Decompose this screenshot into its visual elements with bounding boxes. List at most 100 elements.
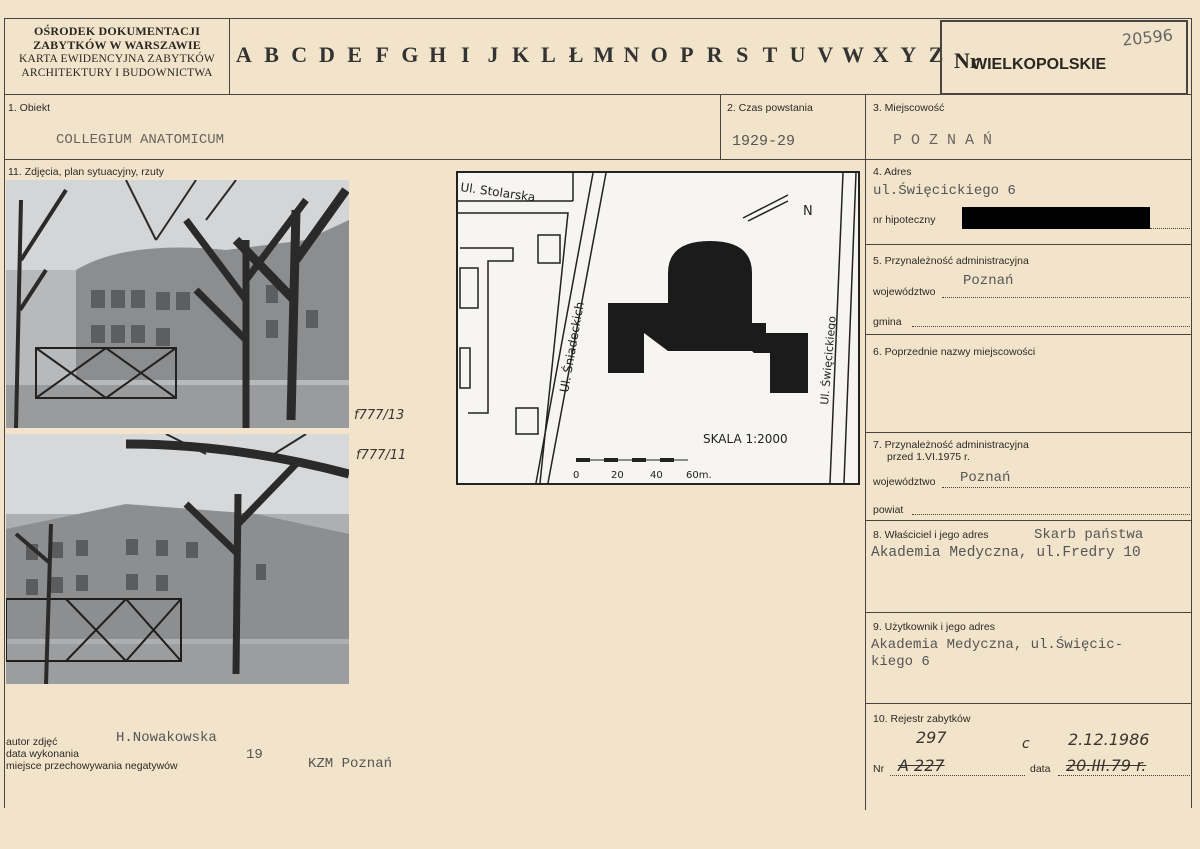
register-date-new: 2.12.1986 (1068, 730, 1150, 749)
register-marker: c (1022, 736, 1030, 752)
inventory-card: OŚRODEK DOKUMENTACJI ZABYTKÓW W WARSZAWI… (0, 0, 1200, 849)
index-letter: N (623, 42, 640, 67)
north-arrow-label: N (803, 204, 813, 219)
photo-date-value: 19 (246, 747, 263, 763)
mortgage-line (1150, 228, 1190, 229)
mortgage-label: nr hipoteczny (873, 214, 936, 226)
institution-line-2: ZABYTKÓW W WARSZAWIE (33, 38, 201, 52)
photo-2-image (6, 434, 349, 684)
index-letter: Y (900, 42, 917, 67)
user-value-1: Akademia Medyczna, ul.Święcic- (871, 637, 1124, 653)
address-value: ul.Święcickiego 6 (873, 183, 1016, 199)
index-letter: B (264, 42, 279, 67)
f9-bottom (865, 703, 1192, 704)
frame-right (1191, 18, 1192, 808)
index-letter: E (347, 42, 362, 67)
photo-date-label: data wykonania (6, 748, 79, 760)
owner-label: 8. Właściciel i jego adres (873, 529, 989, 541)
old-voivodeship-line (942, 487, 1190, 488)
object-label: 1. Obiekt (8, 102, 51, 114)
negative-storage-value: KZM Poznań (308, 756, 393, 772)
institution-line-1: OŚRODEK DOKUMENTACJI (33, 24, 201, 38)
register-label: 10. Rejestr zabytków (873, 713, 971, 725)
negative-storage-label: miejsce przechowywania negatywów (6, 760, 178, 772)
index-letter: P (680, 42, 694, 67)
index-letter: D (318, 42, 335, 67)
card-type-line-1: KARTA EWIDENCYJNA ZABYTKÓW (19, 53, 215, 65)
index-letter: A (235, 42, 252, 67)
photo-2-ref: f777/11 (356, 448, 407, 463)
f4-bottom (865, 244, 1192, 245)
photo-author-value: H.Nowakowska (116, 730, 217, 746)
scale-tick: 60m. (686, 470, 712, 481)
scale-label: SKALA 1:2000 (703, 432, 788, 446)
date-built-label: 2. Czas powstania (727, 102, 813, 114)
powiat-line (912, 514, 1190, 515)
index-letter: K (512, 42, 530, 67)
index-letter: J (487, 42, 499, 67)
photos-label: 11. Zdjęcia, plan sytuacyjny, rzuty (8, 166, 165, 178)
register-data-label: data (1030, 763, 1051, 775)
powiat-label: powiat (873, 504, 904, 516)
photo-2 (6, 434, 349, 684)
col-divider-2 (720, 94, 721, 159)
site-plan-drawing: Ul. Stolarska Ul. Śniadeckich Ul. Święci… (458, 172, 857, 484)
register-number-old: A 227 (898, 756, 945, 775)
locality-value: P O Z N A Ń (893, 132, 993, 149)
gmina-label: gmina (873, 316, 902, 328)
alphabet-index: A B C D E F G H I J K L Ł M N O P R S T … (230, 42, 950, 68)
photo-1-ref: f777/13 (354, 408, 405, 423)
card-type-line-2: ARCHITEKTURY I BUDOWNICTWA (21, 67, 213, 79)
row1-divider (4, 159, 1192, 160)
former-names-label: 6. Poprzednie nazwy miejscowości (873, 346, 1036, 358)
f8-bottom (865, 612, 1192, 613)
object-value: COLLEGIUM ANATOMICUM (56, 132, 225, 148)
index-letter: I (461, 42, 470, 67)
frame-left (4, 18, 5, 808)
register-nr-label: Nr (873, 763, 885, 775)
voivodeship-label: województwo (873, 286, 936, 298)
register-nr-line (890, 775, 1025, 776)
index-letter: U (789, 42, 806, 67)
register-number-new: 297 (916, 728, 947, 747)
scale-bar (576, 458, 688, 462)
photo-1 (6, 180, 349, 428)
index-letter: X (872, 42, 889, 67)
photo-1-image (6, 180, 349, 428)
voivodeship-value: Poznań (963, 273, 1014, 289)
index-letter: O (650, 42, 668, 67)
address-label: 4. Adres (873, 166, 912, 178)
region-stamp: WIELKOPOLSKIE (972, 56, 1107, 73)
gmina-line (912, 326, 1190, 327)
index-letter: W (841, 42, 864, 67)
frame-top (4, 18, 1192, 19)
index-letter: G (401, 42, 419, 67)
old-voivodeship-value: Poznań (960, 470, 1011, 486)
f6-bottom (865, 432, 1192, 433)
institution-header: OŚRODEK DOKUMENTACJI ZABYTKÓW W WARSZAWI… (6, 24, 228, 80)
user-label: 9. Użytkownik i jego adres (873, 621, 995, 633)
site-plan: Ul. Stolarska Ul. Śniadeckich Ul. Święci… (456, 171, 860, 485)
f7-bottom (865, 520, 1192, 521)
index-letter: T (762, 42, 778, 67)
scale-tick: 20 (611, 470, 624, 481)
index-letter: C (291, 42, 308, 67)
owner-value-1: Skarb państwa (1034, 527, 1144, 543)
scale-tick: 0 (573, 470, 579, 481)
index-letter: L (541, 42, 556, 67)
index-letter: V (817, 42, 834, 67)
redacted-mortgage-number (962, 207, 1150, 229)
register-date-old: 20.III.79 r. (1066, 756, 1147, 775)
register-data-line (1058, 775, 1190, 776)
date-built-value: 1929-29 (732, 133, 796, 150)
index-letter: S (736, 42, 749, 67)
index-letter: M (593, 42, 615, 67)
old-voivodeship-label: województwo (873, 476, 936, 488)
index-letter: Ł (568, 42, 584, 67)
index-letter: H (429, 42, 447, 67)
voivodeship-line (942, 297, 1190, 298)
admin-before-date: przed 1.VI.1975 r. (887, 451, 970, 463)
admin-before-label: 7. Przynależność administracyjna (873, 439, 1029, 451)
owner-value-2: Akademia Medyczna, ul.Fredry 10 (871, 545, 1141, 561)
admin-label: 5. Przynależność administracyjna (873, 255, 1029, 267)
